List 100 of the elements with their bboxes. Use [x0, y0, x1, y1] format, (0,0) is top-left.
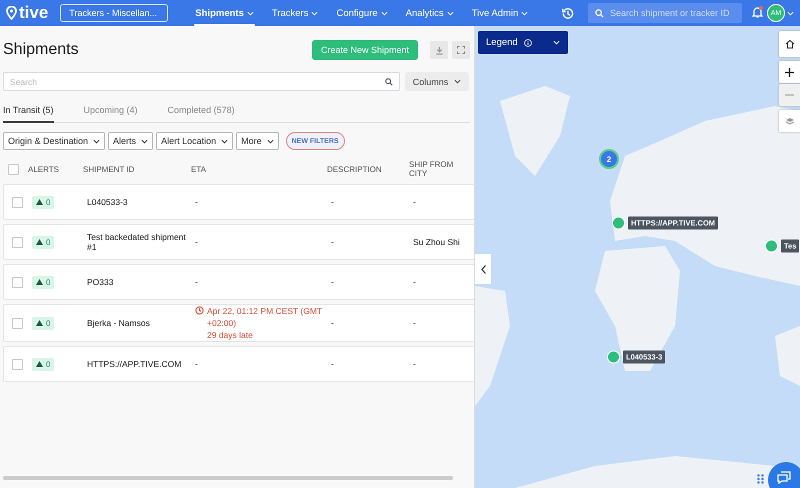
collapse-panel-button[interactable]	[475, 254, 491, 284]
column-header: SHIP FROM CITY	[409, 160, 454, 178]
download-icon	[434, 46, 444, 54]
filter-dropdown[interactable]: Origin & Destination	[3, 132, 106, 150]
chevron-down-icon	[246, 10, 254, 16]
eta-date: Apr 22, 01:12 PM CEST (GMT +02:00)	[207, 305, 323, 329]
chevron-down-icon	[454, 79, 462, 84]
row-checkbox[interactable]	[12, 236, 23, 248]
search-icon	[595, 8, 604, 18]
chevron-down-icon	[787, 10, 794, 16]
description: -	[331, 277, 335, 287]
chevron-down-icon	[311, 10, 318, 16]
description: -	[331, 359, 335, 369]
create-shipment-button[interactable]: Create New Shipment	[312, 40, 418, 60]
row-checkbox[interactable]	[12, 276, 23, 288]
shipment-row[interactable]: 0 Bjerka - Namsos Apr 22, 01:12 PM CEST (GMT +02:00) 29 days late - -	[3, 304, 474, 342]
alert-count: 0	[32, 236, 54, 248]
minus-icon	[785, 94, 794, 96]
status-tab[interactable]: In Transit (5)	[3, 105, 54, 123]
fullscreen-button[interactable]	[452, 41, 470, 59]
expand-icon	[457, 46, 465, 54]
triangle-icon	[36, 320, 43, 326]
legend-dropdown[interactable]: Legend	[478, 31, 568, 54]
filter-dropdown[interactable]: Alerts	[108, 132, 154, 150]
chat-bubbles-icon	[777, 470, 791, 484]
chevron-down-icon	[380, 10, 388, 16]
ship-from-city: -	[413, 277, 417, 287]
search-placeholder: Search shipment or tracker ID	[610, 8, 730, 18]
chevron-left-icon	[480, 264, 486, 274]
download-button[interactable]	[430, 41, 448, 59]
columns-dropdown[interactable]: Columns	[405, 72, 469, 91]
global-search-field[interactable]: Search shipment or tracker ID	[588, 3, 742, 23]
page-title: Shipments	[3, 41, 80, 59]
chevron-down-icon	[446, 10, 454, 16]
column-header: SHIPMENT ID	[83, 164, 134, 174]
shipment-row[interactable]: 0 L040533-3 - - -	[3, 184, 474, 220]
eta: -	[195, 359, 198, 369]
plus-icon	[785, 68, 794, 76]
alert-count: 0	[32, 358, 54, 370]
cluster-marker[interactable]: 2	[599, 149, 619, 169]
nav-menu-item[interactable]: Tive Admin	[462, 0, 538, 26]
eta: -	[195, 237, 198, 247]
layers-icon	[784, 116, 794, 126]
chevron-down-icon	[266, 138, 274, 144]
nav-menu-item[interactable]: Trackers	[262, 0, 328, 26]
row-checkbox[interactable]	[12, 358, 23, 370]
shipment-id: Bjerka - Namsos	[87, 318, 151, 328]
description: -	[331, 318, 335, 328]
shipment-marker[interactable]	[607, 350, 620, 364]
chevron-down-icon	[93, 138, 100, 144]
search-placeholder: Search	[10, 76, 37, 86]
status-tab[interactable]: Upcoming (4)	[84, 105, 138, 123]
eta: -	[195, 197, 198, 207]
row-checkbox[interactable]	[12, 196, 23, 208]
nav-menu-item[interactable]: Shipments	[186, 0, 263, 26]
nav-menu-item[interactable]: Analytics	[396, 0, 463, 26]
row-checkbox[interactable]	[12, 318, 23, 328]
ship-from-city: Su Zhou Shi	[413, 237, 461, 247]
filter-dropdown[interactable]: More	[236, 132, 279, 150]
chevron-down-icon	[141, 138, 148, 144]
triangle-icon	[36, 239, 43, 245]
column-header: ALERTS	[28, 164, 59, 174]
shipment-row[interactable]: 0 Test backedated shipment #1 - - Su Zhou Shi	[3, 224, 474, 260]
shipment-id: PO333	[87, 277, 114, 287]
clock-icon	[195, 306, 204, 315]
alert-count: 0	[32, 276, 54, 288]
chevron-down-icon	[221, 138, 228, 144]
notification-bell-icon[interactable]	[752, 6, 763, 20]
chevron-down-icon	[521, 10, 528, 16]
column-header: ETA	[191, 164, 206, 174]
alert-count: 0	[32, 196, 54, 208]
status-tab[interactable]: Completed (578)	[168, 105, 235, 123]
logo-text: tive	[19, 3, 48, 23]
alert-count: 0	[32, 316, 54, 330]
shipment-row[interactable]: 0 HTTPS://APP.TIVE.COM - - -	[3, 346, 474, 382]
description: -	[331, 237, 335, 247]
grid-dots-icon[interactable]	[757, 474, 764, 484]
chevron-down-icon	[553, 40, 560, 45]
shipment-row[interactable]: 0 PO333 - - -	[3, 264, 474, 300]
filter-dropdown[interactable]: Alert Location	[156, 132, 234, 150]
description: -	[331, 197, 335, 207]
zoom-in-button[interactable]	[779, 61, 800, 83]
info-icon	[524, 38, 532, 46]
history-icon[interactable]	[561, 6, 574, 20]
ship-from-city: -	[413, 197, 417, 207]
nav-menu-item[interactable]: Configure	[327, 0, 397, 26]
horizontal-scrollbar[interactable]	[3, 476, 453, 480]
shipment-id: Test backedated shipment #1	[87, 232, 187, 252]
triangle-icon	[36, 199, 43, 205]
shipment-id: L040533-3	[87, 197, 129, 207]
search-icon	[385, 78, 393, 86]
home-button[interactable]	[779, 31, 800, 57]
eta: -	[195, 277, 198, 287]
select-all-checkbox[interactable]	[8, 164, 19, 174]
late-note: 29 days late	[207, 329, 254, 341]
shipment-id: HTTPS://APP.TIVE.COM	[87, 359, 182, 369]
organization-selector[interactable]: Trackers - Miscellan...	[60, 4, 168, 22]
ship-from-city: -	[413, 359, 417, 369]
layers-button[interactable]	[779, 110, 800, 132]
triangle-icon	[36, 279, 43, 285]
